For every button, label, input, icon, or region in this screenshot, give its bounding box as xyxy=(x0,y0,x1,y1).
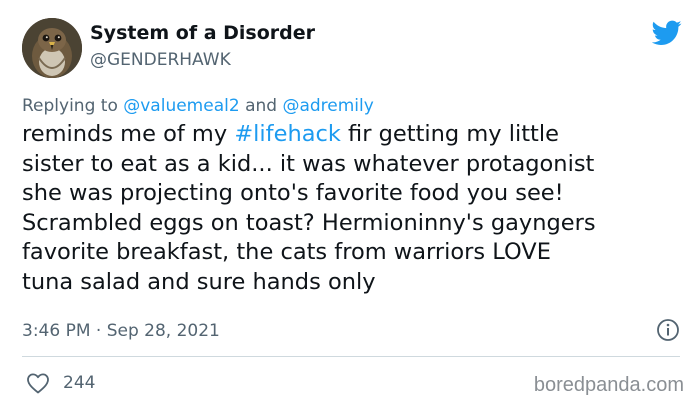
reply-prefix: Replying to xyxy=(22,96,124,116)
tweet-body: reminds me of my #lifehack fir getting m… xyxy=(22,120,682,298)
display-name[interactable]: System of a Disorder xyxy=(90,21,315,45)
watermark: boredpanda.com xyxy=(533,374,684,396)
tweet-text-line1-end: fir getting my little xyxy=(340,121,559,147)
user-names: System of a Disorder @GENDERHAWK xyxy=(90,21,315,72)
info-icon[interactable] xyxy=(656,318,680,342)
tweet-text-start: reminds me of my xyxy=(22,121,235,147)
tweet-meta: 3:46 PM · Sep 28, 2021 xyxy=(22,318,680,344)
hawk-avatar-image xyxy=(22,18,82,78)
mention-link-adremily[interactable]: @adremily xyxy=(282,96,373,116)
twitter-bird-icon[interactable] xyxy=(652,20,682,46)
avatar[interactable] xyxy=(22,18,82,78)
hashtag-link[interactable]: #lifehack xyxy=(234,121,341,147)
replying-to: Replying to @valuemeal2 and @adremily xyxy=(22,96,374,116)
divider xyxy=(22,356,680,357)
heart-icon[interactable] xyxy=(26,372,50,394)
like-count: 244 xyxy=(63,373,96,393)
mention-link-valuemeal2[interactable]: @valuemeal2 xyxy=(123,96,239,116)
user-handle[interactable]: @GENDERHAWK xyxy=(90,48,315,72)
reply-joiner: and xyxy=(239,96,283,116)
tweet-header: System of a Disorder @GENDERHAWK xyxy=(22,18,682,80)
tweet-text-rest: sister to eat as a kid... it was whateve… xyxy=(22,150,596,295)
tweet-timestamp[interactable]: 3:46 PM · Sep 28, 2021 xyxy=(22,321,220,341)
